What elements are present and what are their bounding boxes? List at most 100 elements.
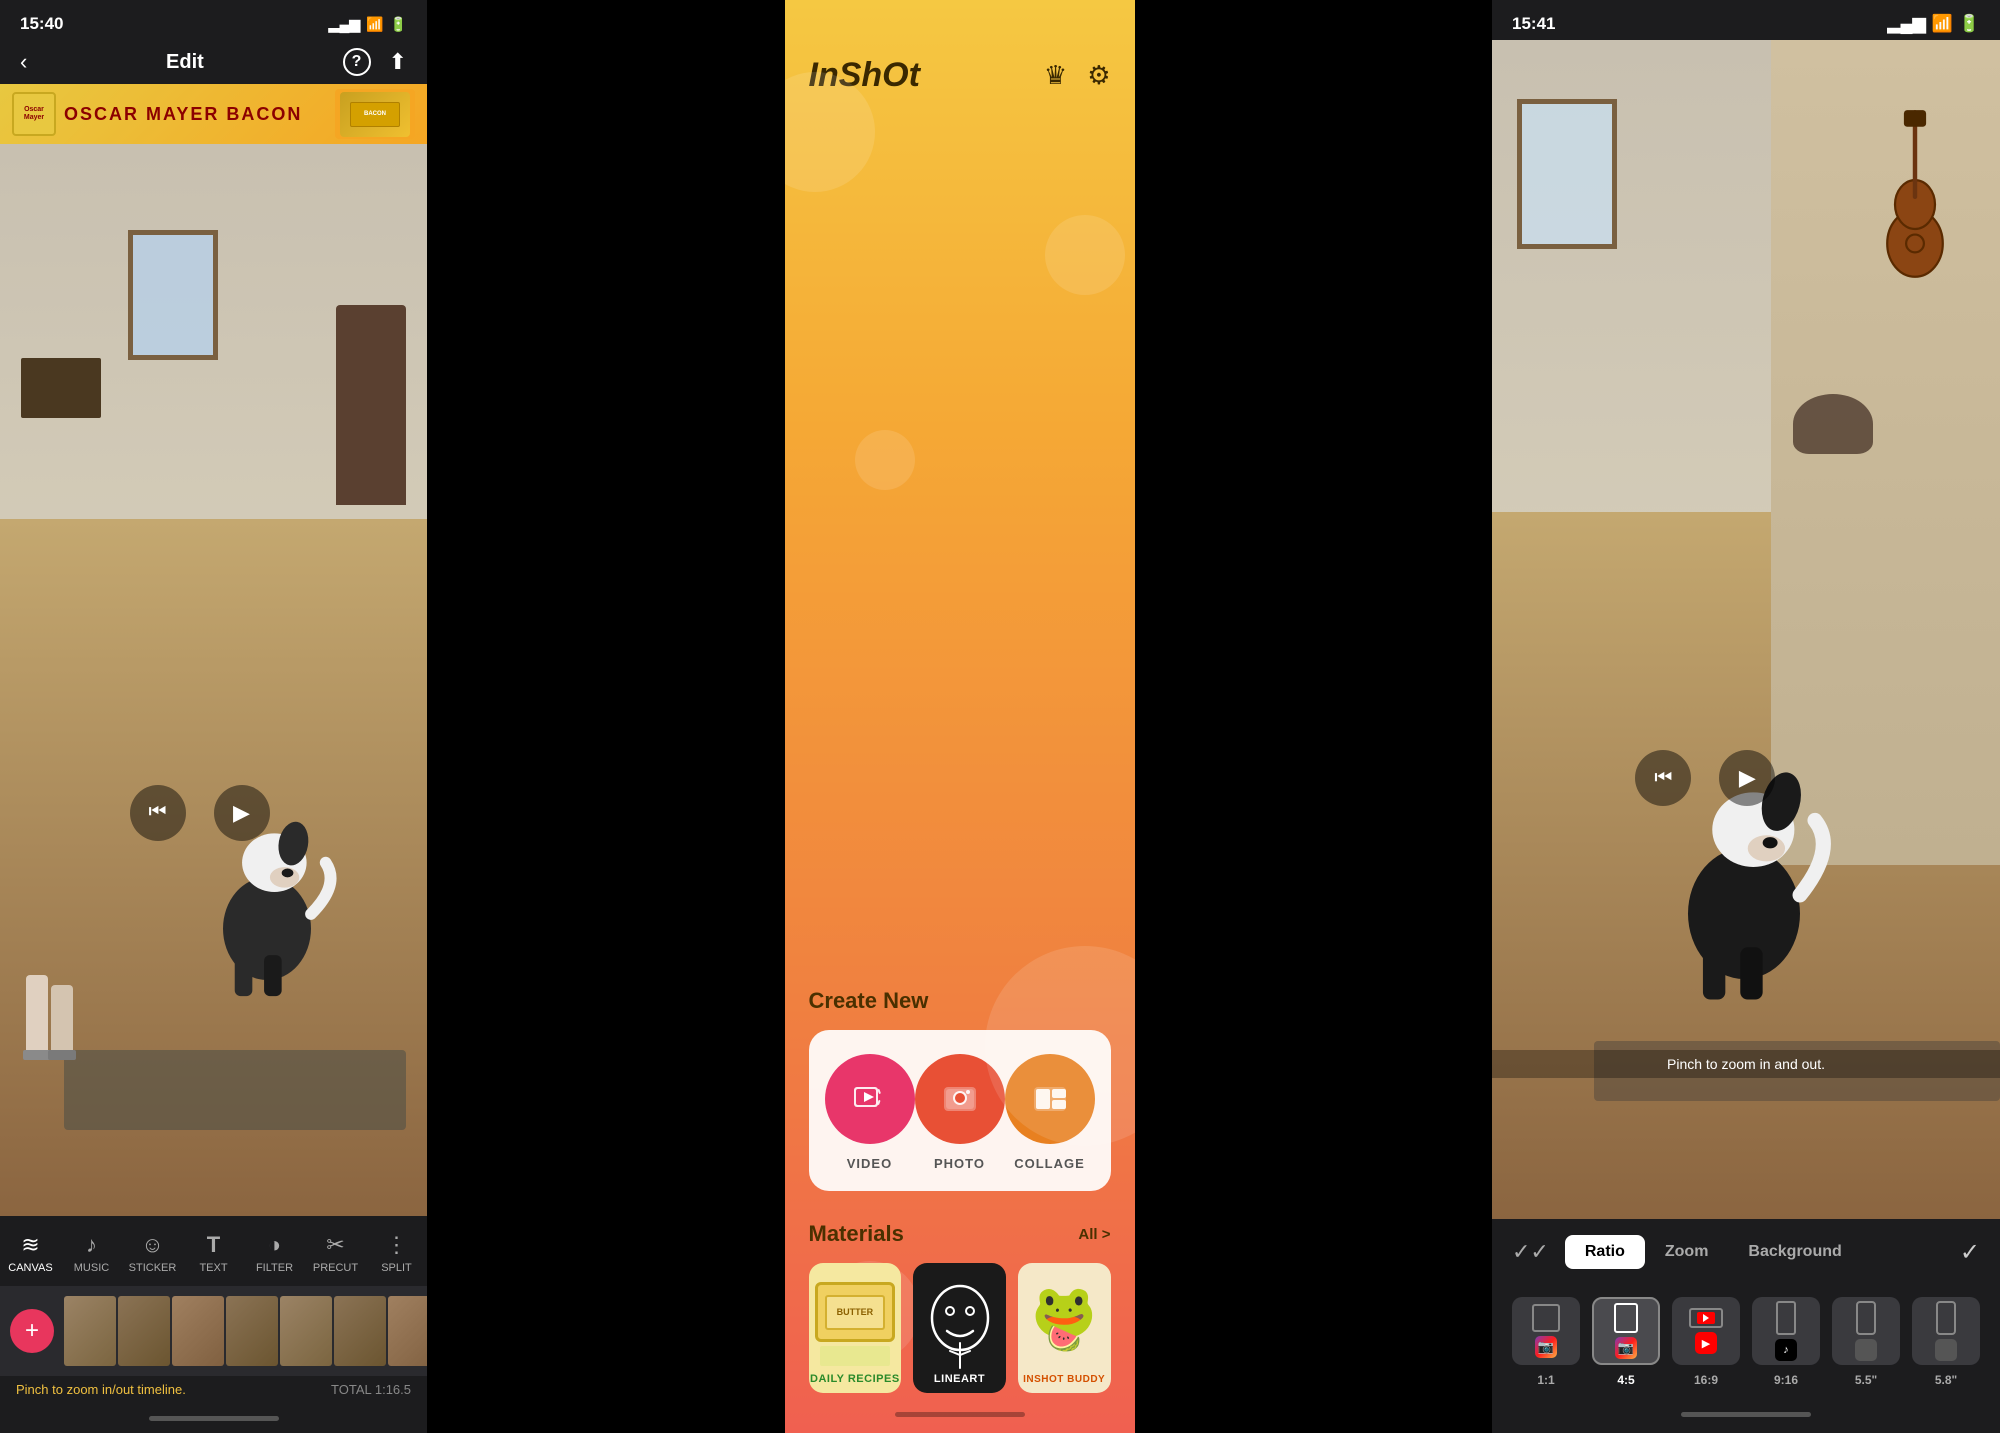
total-time: TOTAL 1:16.5 <box>331 1382 411 1397</box>
ratio-4x5-icon <box>1614 1303 1638 1333</box>
material-buddy-label: INSHOT BUDDY <box>1018 1374 1111 1385</box>
ratio-16x9-icon <box>1689 1308 1723 1328</box>
timeline-frame <box>388 1296 427 1366</box>
page-title-1: Edit <box>166 51 204 74</box>
home-indicator-2 <box>785 1403 1135 1433</box>
create-video-item[interactable]: VIDEO <box>825 1054 915 1171</box>
time-display-3: 15:41 <box>1512 14 1555 34</box>
toolbar-text[interactable]: T TEXT <box>189 1232 239 1274</box>
timeline-frame <box>172 1296 224 1366</box>
create-new-section: Create New VIDEO <box>785 968 1135 1201</box>
logo-t: t <box>909 56 920 94</box>
video-preview-1: ⏮ ▶ <box>0 144 427 1216</box>
filter-label: FILTER <box>256 1262 293 1274</box>
play-button-1[interactable]: ▶ <box>214 785 270 841</box>
photo-circle <box>915 1054 1005 1144</box>
toolbar-music[interactable]: ♪ MUSIC <box>67 1232 117 1274</box>
signal-icon-3: ▂▄▆ <box>1887 14 1925 34</box>
photo-icon <box>940 1079 980 1119</box>
nav-action-icons: ? ⬆ <box>343 48 407 76</box>
tab-zoom[interactable]: Zoom <box>1645 1235 1729 1269</box>
photo-label: PHOTO <box>934 1156 985 1171</box>
toolbar-sticker[interactable]: ☺ STICKER <box>128 1232 178 1274</box>
panel-1-edit: 15:40 ▂▄▆ 📶 🔋 ‹ Edit ? ⬆ OscarMayer OSCA… <box>0 0 427 1433</box>
logo-o: O <box>882 56 908 94</box>
signal-icon: ▂▄▆ <box>329 16 360 33</box>
ratio-9x16[interactable]: ♪ 9:16 <box>1752 1297 1820 1387</box>
toolbar-precut[interactable]: ✂ PRECUT <box>311 1232 361 1274</box>
video-frame-3: ⏮ ▶ Pinch to zoom in and out. <box>1492 40 2000 1219</box>
timeline-frame <box>280 1296 332 1366</box>
header-icons: ♛ ⚙ <box>1044 60 1111 91</box>
home-indicator-1 <box>0 1403 427 1433</box>
ratio-4x5-box: 📷 <box>1592 1297 1660 1365</box>
settings-icon[interactable]: ⚙ <box>1087 60 1110 91</box>
collage-circle <box>1005 1054 1095 1144</box>
canvas-icon: ≋ <box>21 1232 39 1258</box>
toolbar-canvas[interactable]: ≋ CANVAS <box>6 1232 56 1274</box>
ratio-5-8-label: 5.8" <box>1935 1373 1957 1387</box>
ratio-5-5[interactable]: 5.5" <box>1832 1297 1900 1387</box>
material-inshot-buddy[interactable]: 🐸 🍉 INSHOT BUDDY <box>1018 1263 1111 1393</box>
skip-back-button-1[interactable]: ⏮ <box>130 785 186 841</box>
all-materials-link[interactable]: All > <box>1078 1226 1110 1243</box>
ratio-16x9[interactable]: ▶ 16:9 <box>1672 1297 1740 1387</box>
filter-icon: ◑ <box>268 1232 281 1258</box>
video-controls-1: ⏮ ▶ <box>130 785 270 841</box>
toolbar-split[interactable]: ⋮ SPLIT <box>372 1232 422 1274</box>
tab-background[interactable]: Background <box>1728 1235 1861 1269</box>
material-lineart[interactable]: LINEART <box>913 1263 1006 1393</box>
status-icons-3: ▂▄▆ 📶 🔋 <box>1887 14 1980 34</box>
create-photo-item[interactable]: PHOTO <box>915 1054 1005 1171</box>
video-frame-1: ⏮ ▶ <box>0 144 427 1216</box>
timeline-frame <box>334 1296 386 1366</box>
sticker-icon: ☺ <box>141 1232 163 1258</box>
lineart-icon <box>925 1283 995 1373</box>
share-button[interactable]: ⬆ <box>389 49 407 75</box>
video-circle <box>825 1054 915 1144</box>
panel-3-ratio: 15:41 ▂▄▆ 📶 🔋 <box>1492 0 2000 1433</box>
ratio-1x1[interactable]: 📷 1:1 <box>1512 1297 1580 1387</box>
material-daily-recipes[interactable]: BUTTER DAILY RECIPES <box>809 1263 902 1393</box>
materials-section: Materials All > BUTTER DAILY RECIPES <box>785 1201 1135 1403</box>
music-icon: ♪ <box>86 1232 97 1258</box>
ratio-16x9-label: 16:9 <box>1694 1373 1718 1387</box>
play-button-3[interactable]: ▶ <box>1719 750 1775 806</box>
ad-text: OSCAR MAYER BACON <box>64 104 327 125</box>
status-icons-1: ▂▄▆ 📶 🔋 <box>329 16 407 33</box>
toolbar-filter[interactable]: ◑ FILTER <box>250 1232 300 1274</box>
ratio-5-8[interactable]: 5.8" <box>1912 1297 1980 1387</box>
skip-back-button-3[interactable]: ⏮ <box>1635 750 1691 806</box>
timeline-area: + <box>0 1286 427 1376</box>
ratio-5-5-box <box>1832 1297 1900 1365</box>
materials-title: Materials <box>809 1221 904 1247</box>
panel-gap-1 <box>427 0 785 1433</box>
ratio-5-8-box <box>1912 1297 1980 1365</box>
tab-ratio[interactable]: Ratio <box>1565 1235 1645 1269</box>
double-check-icon[interactable]: ✓✓ <box>1512 1239 1549 1265</box>
ratio-1x1-box: 📷 <box>1512 1297 1580 1365</box>
ratio-4x5[interactable]: 📷 4:5 <box>1592 1297 1660 1387</box>
ratio-5-8-icon <box>1936 1301 1956 1335</box>
apple-icon-2 <box>1935 1339 1957 1361</box>
ratio-5-5-icon <box>1856 1301 1876 1335</box>
help-button[interactable]: ? <box>343 48 371 76</box>
add-media-button[interactable]: + <box>10 1309 54 1353</box>
youtube-icon: ▶ <box>1695 1332 1717 1354</box>
instagram-icon-2: 📷 <box>1615 1337 1637 1359</box>
time-display-1: 15:40 <box>20 14 63 34</box>
collage-label: COLLAGE <box>1014 1156 1085 1171</box>
split-label: SPLIT <box>381 1262 412 1274</box>
toolbar-items: ≋ CANVAS ♪ MUSIC ☺ STICKER T TEXT ◑ FILT… <box>0 1226 427 1280</box>
ratio-9x16-label: 9:16 <box>1774 1373 1798 1387</box>
materials-grid: BUTTER DAILY RECIPES LI <box>809 1263 1111 1393</box>
ratio-9x16-box: ♪ <box>1752 1297 1820 1365</box>
ad-banner[interactable]: OscarMayer OSCAR MAYER BACON BACON <box>0 84 427 144</box>
panel-2-home: 15:40 ▂▄▆📶🔋 InShOt ♛ ⚙ Create New <box>785 0 1135 1433</box>
video-controls-3: ⏮ ▶ <box>1635 750 1775 806</box>
confirm-icon[interactable]: ✓ <box>1960 1238 1980 1267</box>
crown-icon[interactable]: ♛ <box>1044 60 1067 91</box>
timeline-strip[interactable] <box>64 1296 427 1366</box>
create-collage-item[interactable]: COLLAGE <box>1005 1054 1095 1171</box>
back-button[interactable]: ‹ <box>20 49 27 75</box>
